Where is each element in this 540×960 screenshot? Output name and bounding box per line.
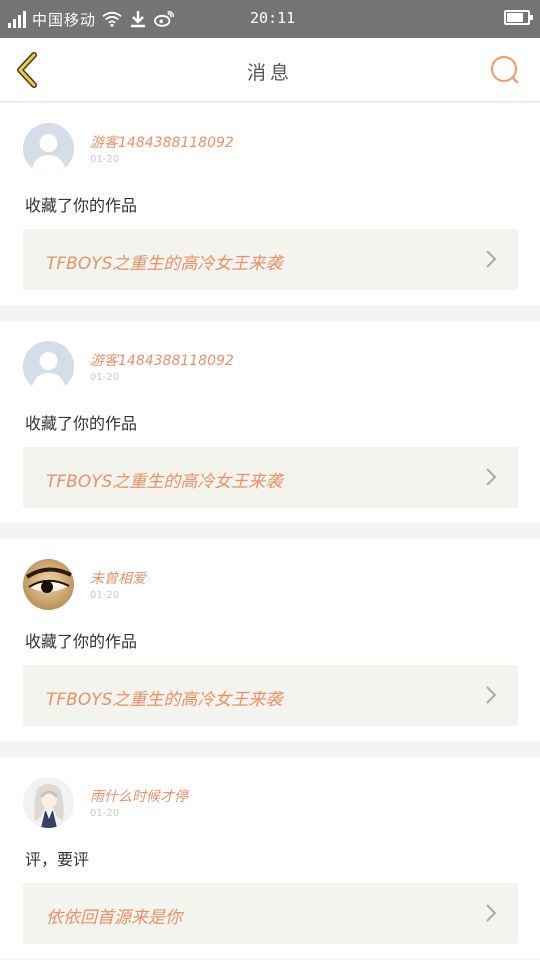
signal-icon — [8, 10, 26, 28]
default-avatar-icon — [23, 341, 74, 392]
search-button[interactable] — [490, 55, 520, 85]
message-date: 01-20 — [90, 808, 120, 819]
avatar[interactable] — [23, 341, 74, 392]
chevron-right-icon — [486, 904, 497, 922]
message-action: 收藏了你的作品 — [25, 414, 138, 433]
work-title: 依依回首源来是你 — [46, 908, 182, 928]
clock: 20:11 — [250, 9, 296, 27]
weibo-icon — [154, 9, 175, 29]
work-link[interactable]: TFBOYS之重生的高冷女王来袭 — [23, 447, 518, 508]
battery-icon — [504, 10, 533, 25]
username[interactable]: 雨什么时候才停 — [90, 786, 188, 806]
message-list: 游客1484388118092 01-20 收藏了你的作品 TFBOYS之重生的… — [0, 103, 540, 960]
carrier-name: 中国移动 — [32, 10, 97, 29]
eye-photo-avatar-icon — [23, 559, 74, 610]
status-bar: 中国移动 20:11 — [0, 0, 540, 38]
message-action: 收藏了你的作品 — [25, 632, 138, 651]
avatar[interactable] — [23, 559, 74, 610]
work-link[interactable]: TFBOYS之重生的高冷女王来袭 — [23, 229, 518, 290]
message-card: 未曾相爱 01-20 收藏了你的作品 TFBOYS之重生的高冷女王来袭 — [0, 539, 540, 741]
username[interactable]: 游客1484388118092 — [90, 132, 234, 152]
chevron-right-icon — [486, 468, 497, 486]
message-action: 收藏了你的作品 — [25, 196, 138, 215]
message-card: 游客1484388118092 01-20 收藏了你的作品 TFBOYS之重生的… — [0, 321, 540, 523]
work-title: TFBOYS之重生的高冷女王来袭 — [46, 254, 283, 274]
work-link[interactable]: 依依回首源来是你 — [23, 883, 518, 944]
app-header: 消息 — [0, 38, 540, 102]
message-card: 游客1484388118092 01-20 收藏了你的作品 TFBOYS之重生的… — [0, 103, 540, 305]
page-title: 消息 — [246, 62, 293, 84]
anime-girl-avatar-icon — [23, 777, 74, 828]
message-action: 评，要评 — [25, 850, 90, 869]
search-icon — [490, 55, 519, 84]
work-title: TFBOYS之重生的高冷女王来袭 — [46, 690, 283, 710]
download-icon — [128, 9, 148, 29]
username[interactable]: 未曾相爱 — [90, 568, 146, 588]
work-title: TFBOYS之重生的高冷女王来袭 — [46, 472, 283, 492]
chevron-right-icon — [486, 250, 497, 268]
message-date: 01-20 — [90, 154, 120, 165]
avatar[interactable] — [23, 123, 74, 174]
message-date: 01-20 — [90, 590, 120, 601]
wifi-icon — [102, 9, 122, 29]
avatar[interactable] — [23, 777, 74, 828]
message-card: 雨什么时候才停 01-20 评，要评 依依回首源来是你 — [0, 757, 540, 959]
username[interactable]: 游客1484388118092 — [90, 350, 234, 370]
chevron-right-icon — [486, 686, 497, 704]
work-link[interactable]: TFBOYS之重生的高冷女王来袭 — [23, 665, 518, 726]
message-date: 01-20 — [90, 372, 120, 383]
default-avatar-icon — [23, 123, 74, 174]
